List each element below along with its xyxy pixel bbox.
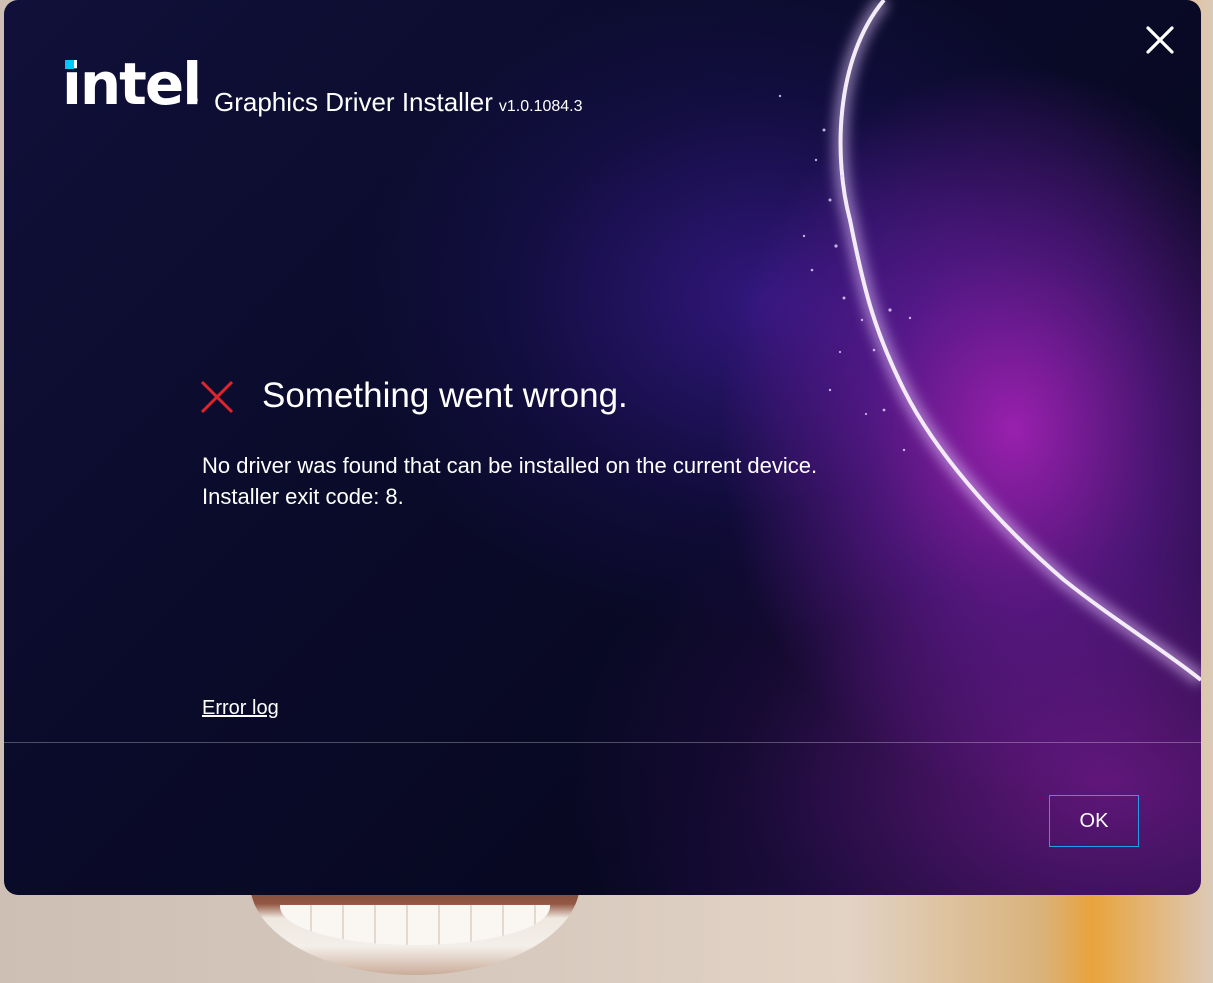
registered-mark: ® (192, 96, 198, 105)
app-title: Graphics Driver Installer v1.0.1084.3 (214, 86, 582, 123)
logo-text: intel (62, 50, 202, 118)
installer-dialog: intel ® Graphics Driver Installer v1.0.10… (4, 0, 1201, 895)
ok-button[interactable]: OK (1049, 795, 1139, 847)
footer-divider (4, 742, 1201, 743)
app-version: v1.0.1084.3 (498, 98, 583, 115)
error-message-line: No driver was found that can be installe… (202, 453, 818, 478)
error-log-link[interactable]: Error log (202, 697, 279, 720)
close-icon (1146, 26, 1174, 54)
intel-logo: intel (62, 50, 202, 118)
error-title: Something went wrong. (262, 376, 628, 415)
logo-accent-dot (65, 60, 74, 69)
app-title-text: Graphics Driver Installer (214, 87, 493, 117)
background-light-arc (778, 0, 1201, 686)
error-x-icon (200, 380, 234, 414)
error-message: No driver was found that can be installe… (202, 450, 817, 512)
close-button[interactable] (1140, 20, 1180, 60)
error-exit-code: Installer exit code: 8. (202, 484, 404, 509)
